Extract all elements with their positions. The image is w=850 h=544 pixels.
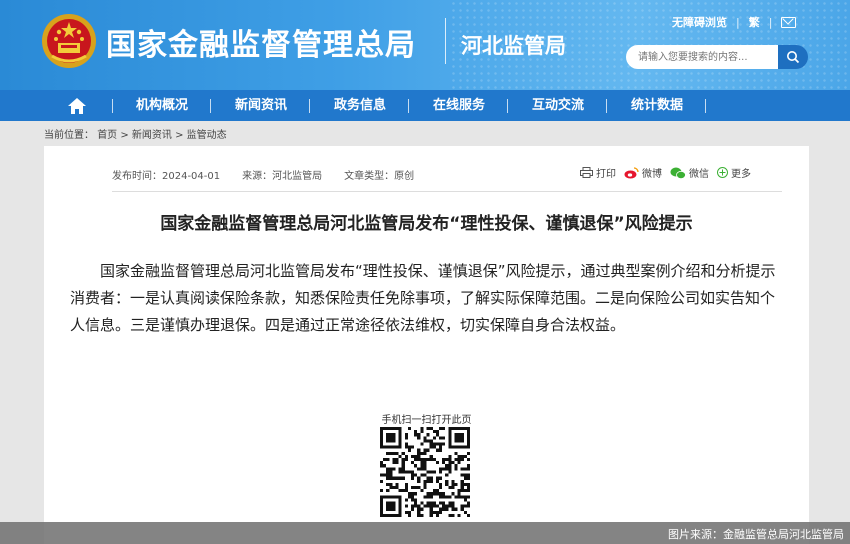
breadcrumb-prefix: 当前位置： <box>44 130 94 141</box>
qr-code <box>380 427 470 517</box>
accessibility-link[interactable]: 无障碍浏览 <box>672 14 727 30</box>
print-button[interactable]: 打印 <box>580 165 616 180</box>
breadcrumb-path[interactable]: 首页 > 新闻资讯 > 监管动态 <box>97 130 226 141</box>
home-icon <box>68 97 86 114</box>
bureau-title: 河北监管局 <box>461 34 566 58</box>
breadcrumb: 当前位置： 首页 > 新闻资讯 > 监管动态 <box>44 126 227 141</box>
nav-separator <box>606 99 607 113</box>
nav-separator <box>309 99 310 113</box>
more-share-button[interactable]: 更多 <box>717 165 751 180</box>
home-button[interactable] <box>64 95 90 116</box>
weibo-label: 微博 <box>642 169 662 180</box>
title-divider <box>445 18 446 64</box>
share-bar: 打印 微博 微信 更多 <box>580 165 751 180</box>
nav-separator <box>705 99 706 113</box>
printer-icon <box>580 167 593 178</box>
nav-separator <box>112 99 113 113</box>
link-separator: | <box>768 15 773 29</box>
search-button[interactable] <box>778 45 808 69</box>
site-title[interactable]: 国家金融监督管理总局 <box>106 20 416 64</box>
article-body: 国家金融监督管理总局河北监管局发布“理性投保、谨慎退保”风险提示，通过典型案例介… <box>70 262 776 334</box>
article-card: 发布时间：2024-04-01 来源：河北监管局 文章类型：原创 打印 微博 微… <box>44 146 809 544</box>
publish-time: 发布时间：2024-04-01 <box>112 171 221 182</box>
weibo-icon <box>624 166 639 178</box>
nav-item-about[interactable]: 机构概况 <box>136 90 188 121</box>
article-title: 国家金融监督管理总局河北监管局发布“理性投保、谨慎退保”风险提示 <box>160 214 693 234</box>
weibo-share-button[interactable]: 微博 <box>624 165 662 180</box>
wechat-share-button[interactable]: 微信 <box>670 165 709 180</box>
article-type: 文章类型：原创 <box>344 171 415 182</box>
qr-label: 手机扫一扫打开此页 <box>381 415 472 426</box>
nav-separator <box>408 99 409 113</box>
nav-item-interaction[interactable]: 互动交流 <box>532 90 584 121</box>
mail-icon[interactable] <box>781 16 797 28</box>
more-label: 更多 <box>731 169 751 180</box>
nav-item-news[interactable]: 新闻资讯 <box>235 90 287 121</box>
image-credit-bar: 图片来源：金融监管总局河北监管局 <box>0 522 850 544</box>
article-source: 来源：河北监管局 <box>242 171 323 182</box>
search-icon <box>787 51 800 64</box>
nav-item-statistics[interactable]: 统计数据 <box>631 90 683 121</box>
nav-item-gov-info[interactable]: 政务信息 <box>334 90 386 121</box>
traditional-chinese-link[interactable]: 繁 <box>749 14 760 30</box>
print-label: 打印 <box>596 169 616 180</box>
search-input[interactable] <box>626 45 778 69</box>
site-header: 国家金融监督管理总局 河北监管局 无障碍浏览 | 繁 | <box>0 0 850 90</box>
top-links: 无障碍浏览 | 繁 | <box>672 14 797 30</box>
national-emblem-icon[interactable] <box>40 12 98 70</box>
meta-divider <box>112 191 782 192</box>
main-nav: 机构概况 新闻资讯 政务信息 在线服务 互动交流 统计数据 <box>0 90 850 121</box>
image-credit: 图片来源：金融监管总局河北监管局 <box>668 528 844 541</box>
wechat-icon <box>670 167 686 179</box>
nav-separator <box>210 99 211 113</box>
nav-separator <box>507 99 508 113</box>
wechat-label: 微信 <box>689 169 709 180</box>
nav-item-online-service[interactable]: 在线服务 <box>433 90 485 121</box>
article-meta: 发布时间：2024-04-01 来源：河北监管局 文章类型：原创 <box>112 167 414 182</box>
link-separator: | <box>736 15 740 29</box>
plus-icon <box>717 167 728 178</box>
